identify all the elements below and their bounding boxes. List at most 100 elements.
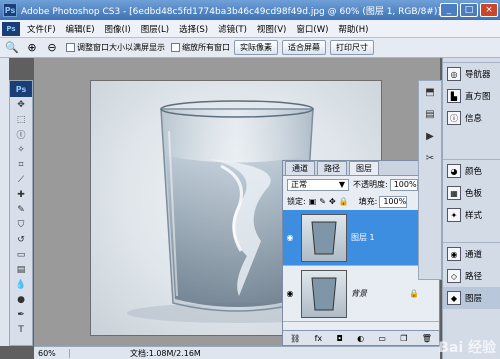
actions-icon[interactable]: ▶ [419,125,441,147]
dock-paths[interactable]: ◇ 路径 [443,265,500,287]
eye-icon[interactable]: ◉ [283,289,297,298]
lock-pixels-icon[interactable]: ✎ [319,197,326,206]
dock-label: 直方图 [465,92,491,102]
blend-mode-value: 正常 [291,180,307,189]
dock-group-1: ◎ 导航器 ▙ 直方图 ⓘ 信息 [443,62,500,129]
fill-input[interactable]: 100% [379,195,408,208]
menu-view[interactable]: 视图(V) [252,23,291,35]
menu-help[interactable]: 帮助(H) [333,23,373,35]
minimize-button[interactable]: _ [440,3,458,17]
menu-file[interactable]: 文件(F) [22,23,61,35]
text-tool-icon[interactable]: T [10,322,32,337]
link-icon[interactable]: ⛓ [290,334,300,343]
layers-footer: ⛓ fx ◘ ◐ ▭ ❐ 🗑 [283,330,439,345]
paths-icon: ◇ [447,269,461,283]
menu-layer[interactable]: 图层(L) [136,23,174,35]
tab-paths[interactable]: 路径 [317,161,347,175]
new-layer-icon[interactable]: ❐ [400,334,407,343]
zoom-all-checkbox[interactable]: 缩放所有窗口 [171,42,230,53]
toolbox: Ps ✥ ⬚ ⓛ ✧ ⌗ ⟋ ✚ ✎ ⛉ ↺ ▭ ▤ 💧 ● ✒ T [9,80,33,346]
styles-icon: ✦ [447,208,461,222]
brush-presets-icon[interactable]: ⬒ [419,81,441,103]
history-icon[interactable]: ▤ [419,103,441,125]
channels-icon: ◉ [447,247,461,261]
tool-presets-icon[interactable]: ✂ [419,147,441,169]
right-dock: ◎ 导航器 ▙ 直方图 ⓘ 信息 ◕ 颜色 ▦ 色板 ✦ 样式 ◉ 通道 ◇ 路径 ◆ 图层 [442,58,500,359]
dock-group-3: ◉ 通道 ◇ 路径 ◆ 图层 [443,242,500,309]
lasso-tool-icon[interactable]: ⓛ [10,127,32,142]
layer-name[interactable]: 背景 [351,288,367,299]
dock-styles[interactable]: ✦ 样式 [443,204,500,226]
dock-swatches[interactable]: ▦ 色板 [443,182,500,204]
maximize-button[interactable]: □ [460,3,478,17]
dock-channels[interactable]: ◉ 通道 [443,243,500,265]
blend-mode-select[interactable]: 正常 ▼ [287,178,349,191]
layer-thumbnail [301,269,347,318]
stamp-tool-icon[interactable]: ⛉ [10,217,32,232]
brush-tool-icon[interactable]: ✎ [10,202,32,217]
dock-label: 图层 [465,294,483,304]
history-brush-icon[interactable]: ↺ [10,232,32,247]
lock-all-icon[interactable]: 🔒 [339,197,349,206]
lock-row: 锁定: ▣ ✎ ✥ 🔒 填充: 100% [283,193,439,210]
folder-icon[interactable]: ▭ [378,334,386,343]
crop-tool-icon[interactable]: ⌗ [10,157,32,172]
dodge-tool-icon[interactable]: ● [10,292,32,307]
dock-label: 色板 [465,189,483,199]
opacity-input[interactable]: 100% [389,178,418,191]
menu-image[interactable]: 图像(I) [100,23,136,35]
eraser-tool-icon[interactable]: ▭ [10,247,32,262]
swatches-icon: ▦ [447,186,461,200]
zoom-level[interactable]: 60% [34,348,70,358]
dock-info[interactable]: ⓘ 信息 [443,107,500,129]
blend-row: 正常 ▼ 不透明度: 100% [283,176,439,193]
menu-select[interactable]: 选择(S) [174,23,213,35]
blur-tool-icon[interactable]: 💧 [10,277,32,292]
toolbox-logo: Ps [10,81,32,97]
pen-tool-icon[interactable]: ✒ [10,307,32,322]
fit-screen-button[interactable]: 适合屏幕 [282,40,326,55]
checkbox-box[interactable] [66,43,75,52]
dock-color[interactable]: ◕ 颜色 [443,160,500,182]
slice-tool-icon[interactable]: ⟋ [10,172,32,187]
zoom-in-icon[interactable]: ⊕ [24,40,40,56]
marquee-tool-icon[interactable]: ⬚ [10,112,32,127]
trash-icon[interactable]: 🗑 [422,334,432,343]
adjustment-icon[interactable]: ◐ [357,334,364,343]
lock-transparency-icon[interactable]: ▣ [309,197,317,206]
close-button[interactable]: × [480,3,498,17]
layer-name[interactable]: 图层 1 [351,232,375,243]
mask-icon[interactable]: ◘ [336,334,342,343]
gradient-tool-icon[interactable]: ▤ [10,262,32,277]
print-size-button[interactable]: 打印尺寸 [330,40,374,55]
magic-wand-icon[interactable]: ✧ [10,142,32,157]
eye-icon[interactable]: ◉ [283,233,297,242]
move-tool-icon[interactable]: ✥ [10,97,32,112]
dock-navigator[interactable]: ◎ 导航器 [443,63,500,85]
zoom-out-icon[interactable]: ⊖ [44,40,60,56]
layer-row-layer1[interactable]: ◉ 图层 1 [283,210,439,266]
layers-panel-tabs: 通道 路径 图层 [283,161,439,176]
checkbox-box[interactable] [171,43,180,52]
lock-position-icon[interactable]: ✥ [329,197,336,206]
healing-brush-icon[interactable]: ✚ [10,187,32,202]
resize-windows-label: 调整窗口大小以满屏显示 [77,43,165,52]
dock-layers[interactable]: ◆ 图层 [443,287,500,309]
dock-label: 路径 [465,272,483,282]
menu-window[interactable]: 窗口(W) [291,23,333,35]
layer-row-background[interactable]: ◉ 背景 🔒 [283,266,439,322]
tab-layers[interactable]: 图层 [349,161,379,175]
menu-filter[interactable]: 滤镜(T) [213,23,252,35]
dock-histogram[interactable]: ▙ 直方图 [443,85,500,107]
zoom-tool-icon[interactable]: 🔍 [4,40,20,56]
actual-pixels-button[interactable]: 实际像素 [234,40,278,55]
resize-windows-checkbox[interactable]: 调整窗口大小以满屏显示 [66,42,165,53]
fx-icon[interactable]: fx [315,334,323,343]
info-icon: ⓘ [447,111,461,125]
dock-group-2: ◕ 颜色 ▦ 色板 ✦ 样式 [443,159,500,226]
tab-channels[interactable]: 通道 [285,161,315,175]
layer-thumbnail [301,213,347,262]
dock-label: 信息 [465,114,483,124]
menu-edit[interactable]: 编辑(E) [61,23,100,35]
watermark: Bai 经验 [438,340,496,356]
